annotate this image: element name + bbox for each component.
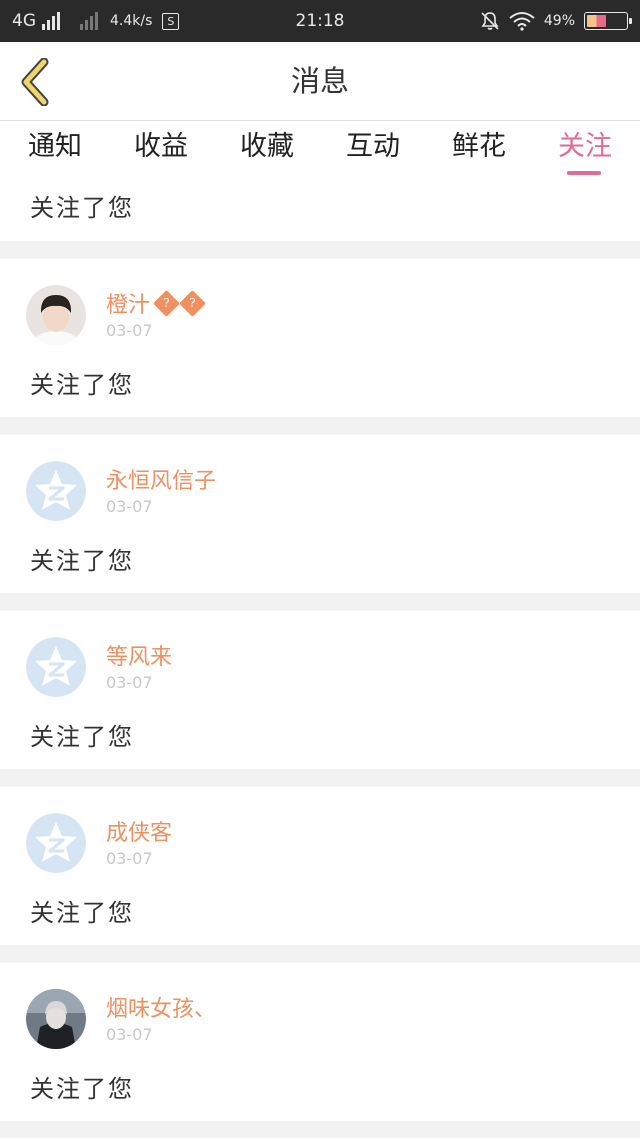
wifi-icon [509, 12, 535, 31]
status-right: 49% [480, 0, 632, 42]
tab-interaction[interactable]: 互动 [346, 121, 400, 175]
battery-icon [584, 12, 632, 30]
battery-level [587, 15, 606, 27]
date: 03-07 [106, 1025, 153, 1044]
mute-bell-icon [481, 12, 499, 30]
date: 03-07 [106, 673, 153, 692]
badge-icon: ? [153, 289, 180, 317]
avatar[interactable] [26, 637, 86, 697]
avatar[interactable] [26, 461, 86, 521]
avatar[interactable] [26, 813, 86, 873]
username-text: 等风来 [106, 645, 173, 670]
list-item[interactable]: 永恒风信子 03-07 关注了您 [0, 435, 640, 593]
qzone-star-icon [26, 813, 86, 873]
list-item[interactable]: 烟味女孩、 03-07 关注了您 [0, 963, 640, 1121]
tab-flowers[interactable]: 鲜花 [452, 121, 506, 175]
list-item[interactable]: 等风来 03-07 关注了您 [0, 611, 640, 769]
username-text: 成侠客 [106, 821, 173, 846]
username[interactable]: 橙汁 ? ? [106, 287, 206, 319]
username[interactable]: 烟味女孩、 [106, 991, 216, 1023]
username-text: 橙汁 [106, 293, 151, 318]
nav-bar: 消息 [0, 42, 640, 120]
tab-follow[interactable]: 关注 [558, 121, 612, 175]
badge-icon: ? [179, 289, 206, 317]
message-text: 关注了您 [30, 899, 134, 927]
list-item[interactable]: 橙汁 ? ? 03-07 关注了您 [0, 259, 640, 417]
tab-favorites[interactable]: 收藏 [240, 121, 294, 175]
username[interactable]: 永恒风信子 [106, 463, 216, 495]
avatar[interactable] [26, 989, 86, 1049]
message-text: 关注了您 [30, 547, 134, 575]
status-bar: 4G 4.4k/s S 21:18 49% [0, 0, 640, 42]
active-tab-indicator [567, 171, 601, 175]
list-item[interactable]: 关注了您 [0, 182, 640, 241]
username[interactable]: 成侠客 [106, 815, 172, 847]
message-text: 关注了您 [30, 371, 134, 399]
avatar[interactable] [26, 285, 86, 345]
username-text: 烟味女孩、 [106, 997, 217, 1022]
date: 03-07 [106, 321, 153, 340]
qzone-star-icon [26, 461, 86, 521]
follow-list: 关注了您 橙汁 ? ? 03-07 关注了您 永恒风信子 03-07 关注了您 … [0, 182, 640, 1138]
tab-earnings[interactable]: 收益 [134, 121, 188, 175]
date: 03-07 [106, 497, 153, 516]
tab-notice[interactable]: 通知 [28, 121, 82, 175]
username[interactable]: 等风来 [106, 639, 172, 671]
list-item[interactable]: 成侠客 03-07 关注了您 [0, 787, 640, 945]
message-text: 关注了您 [30, 1075, 134, 1103]
battery-percent: 49% [543, 13, 575, 29]
tab-bar: 通知 收益 收藏 互动 鲜花 关注 [0, 120, 640, 182]
page-title: 消息 [290, 64, 349, 98]
username-text: 永恒风信子 [106, 469, 217, 494]
qzone-star-icon [26, 637, 86, 697]
date: 03-07 [106, 849, 153, 868]
message-text: 关注了您 [30, 723, 134, 751]
message-text: 关注了您 [30, 194, 134, 222]
